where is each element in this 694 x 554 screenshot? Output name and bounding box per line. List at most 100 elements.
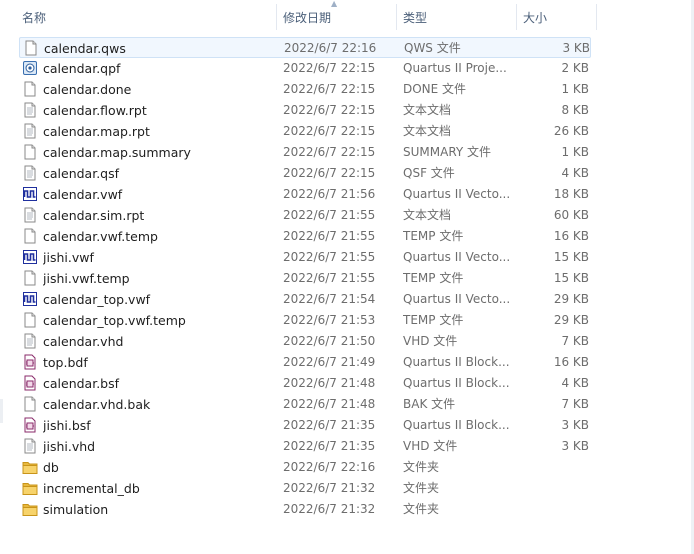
file-name: calendar.done [43, 82, 132, 97]
column-header-date[interactable]: 修改日期 [283, 0, 331, 30]
file-row[interactable]: simulation 2022/6/7 21:32 文件夹 [19, 499, 591, 520]
file-row[interactable]: calendar.bsf 2022/6/7 21:48 Quartus II Blo… [19, 373, 591, 394]
file-row[interactable]: calendar.qsf 2022/6/7 22:15 QSF 文件 4 KB [19, 163, 591, 184]
file-name: calendar.qsf [43, 166, 120, 181]
file-date: 2022/6/7 22:15 [283, 124, 376, 138]
file-date: 2022/6/7 21:49 [283, 355, 376, 369]
file-row[interactable]: jishi.vwf.temp 2022/6/7 21:55 TEMP 文件 15 KB [19, 268, 591, 289]
file-date: 2022/6/7 22:16 [284, 41, 377, 55]
column-divider[interactable] [276, 4, 277, 30]
file-size: 60 KB [553, 208, 589, 222]
file-type: Quartus II Vecto... [403, 187, 511, 201]
file-size [515, 457, 589, 478]
sort-ascending-icon: ▲ [331, 0, 338, 8]
file-row[interactable]: jishi.vwf 2022/6/7 21:55 Quartus II Vecto.… [19, 247, 591, 268]
file-date: 2022/6/7 21:35 [283, 439, 376, 453]
file-date: 2022/6/7 21:55 [283, 271, 376, 285]
file-row[interactable]: calendar.vwf.temp 2022/6/7 21:55 TEMP 文件 16… [19, 226, 591, 247]
file-type: 文本文档 [403, 103, 452, 117]
file-row[interactable]: incremental_db 2022/6/7 21:32 文件夹 [19, 478, 591, 499]
file-type: VHD 文件 [403, 439, 458, 453]
file-name: calendar.qws [44, 41, 126, 56]
file-row[interactable]: calendar.vhd 2022/6/7 21:50 VHD 文件 7 KB [19, 331, 591, 352]
file-date: 2022/6/7 21:32 [283, 502, 376, 516]
text-doc-icon [22, 165, 38, 181]
waveform-icon [22, 291, 38, 307]
file-name: simulation [43, 502, 109, 517]
file-size [515, 499, 589, 520]
file-name: calendar.qpf [43, 61, 121, 76]
file-size: 4 KB [561, 376, 589, 390]
file-row[interactable]: db 2022/6/7 22:16 文件夹 [19, 457, 591, 478]
file-size: 3 KB [561, 418, 589, 432]
scroll-indicator[interactable] [0, 399, 3, 423]
file-size: 16 KB [553, 229, 589, 243]
quartus-project-icon [22, 60, 38, 76]
doc-icon [22, 312, 38, 328]
file-size: 18 KB [553, 187, 589, 201]
file-type: QWS 文件 [404, 41, 461, 55]
file-date: 2022/6/7 21:35 [283, 418, 376, 432]
file-name: calendar.flow.rpt [43, 103, 147, 118]
column-header-bar: 名称 ▲ 修改日期 类型 大小 [0, 0, 694, 30]
file-name: calendar_top.vwf.temp [43, 313, 186, 328]
file-date: 2022/6/7 21:55 [283, 208, 376, 222]
doc-icon [22, 81, 38, 97]
file-date: 2022/6/7 21:48 [283, 376, 376, 390]
file-size: 7 KB [561, 334, 589, 348]
file-row[interactable]: calendar.qws 2022/6/7 22:16 QWS 文件 3 KB [19, 37, 591, 58]
folder-icon [22, 459, 38, 475]
doc-icon [22, 270, 38, 286]
file-size: 16 KB [553, 355, 589, 369]
file-size: 2 KB [561, 61, 589, 75]
column-divider[interactable] [596, 4, 597, 30]
file-name: top.bdf [43, 355, 88, 370]
file-row[interactable]: top.bdf 2022/6/7 21:49 Quartus II Block...… [19, 352, 591, 373]
file-row[interactable]: calendar_top.vwf.temp 2022/6/7 21:53 TEMP … [19, 310, 591, 331]
file-date: 2022/6/7 21:55 [283, 250, 376, 264]
file-row[interactable]: calendar.qpf 2022/6/7 22:15 Quartus II Pro… [19, 58, 591, 79]
file-row[interactable]: calendar.map.summary 2022/6/7 22:15 SUMMAR… [19, 142, 591, 163]
file-row[interactable]: jishi.bsf 2022/6/7 21:35 Quartus II Block.… [19, 415, 591, 436]
column-header-type[interactable]: 类型 [403, 0, 427, 30]
column-divider[interactable] [396, 4, 397, 30]
column-header-name[interactable]: 名称 [22, 0, 46, 30]
column-header-size[interactable]: 大小 [523, 0, 547, 30]
file-row[interactable]: calendar.sim.rpt 2022/6/7 21:55 文本文档 60 KB [19, 205, 591, 226]
file-size: 1 KB [561, 82, 589, 96]
file-row[interactable]: calendar.done 2022/6/7 22:15 DONE 文件 1 KB [19, 79, 591, 100]
block-diagram-icon [22, 417, 38, 433]
text-doc-icon [22, 438, 38, 454]
file-type: DONE 文件 [403, 82, 467, 96]
file-row[interactable]: calendar.vwf 2022/6/7 21:56 Quartus II Vec… [19, 184, 591, 205]
file-size: 1 KB [561, 145, 589, 159]
file-type: 文本文档 [403, 208, 452, 222]
file-size: 26 KB [553, 124, 589, 138]
file-row[interactable]: calendar.map.rpt 2022/6/7 22:15 文本文档 26 KB [19, 121, 591, 142]
file-size: 3 KB [561, 439, 589, 453]
file-date: 2022/6/7 22:15 [283, 103, 376, 117]
file-type: VHD 文件 [403, 334, 458, 348]
file-date: 2022/6/7 21:32 [283, 481, 376, 495]
file-name: calendar.vhd.bak [43, 397, 151, 412]
file-row[interactable]: calendar.vhd.bak 2022/6/7 21:48 BAK 文件 7 KB [19, 394, 591, 415]
doc-icon [22, 396, 38, 412]
file-type: 文件夹 [403, 502, 440, 516]
file-type: QSF 文件 [403, 166, 455, 180]
file-row[interactable]: calendar_top.vwf 2022/6/7 21:54 Quartus II… [19, 289, 591, 310]
file-type: TEMP 文件 [403, 313, 464, 327]
file-date: 2022/6/7 22:15 [283, 82, 376, 96]
doc-icon [22, 144, 38, 160]
file-type: SUMMARY 文件 [403, 145, 492, 159]
file-date: 2022/6/7 22:15 [283, 145, 376, 159]
text-doc-icon [22, 102, 38, 118]
file-type: Quartus II Block... [403, 418, 510, 432]
file-date: 2022/6/7 21:53 [283, 313, 376, 327]
column-divider[interactable] [516, 4, 517, 30]
file-row[interactable]: jishi.vhd 2022/6/7 21:35 VHD 文件 3 KB [19, 436, 591, 457]
block-diagram-icon [22, 375, 38, 391]
file-name: calendar.vwf [43, 187, 123, 202]
file-size: 3 KB [562, 41, 590, 55]
file-row[interactable]: calendar.flow.rpt 2022/6/7 22:15 文本文档 8 KB [19, 100, 591, 121]
file-name: calendar.bsf [43, 376, 120, 391]
